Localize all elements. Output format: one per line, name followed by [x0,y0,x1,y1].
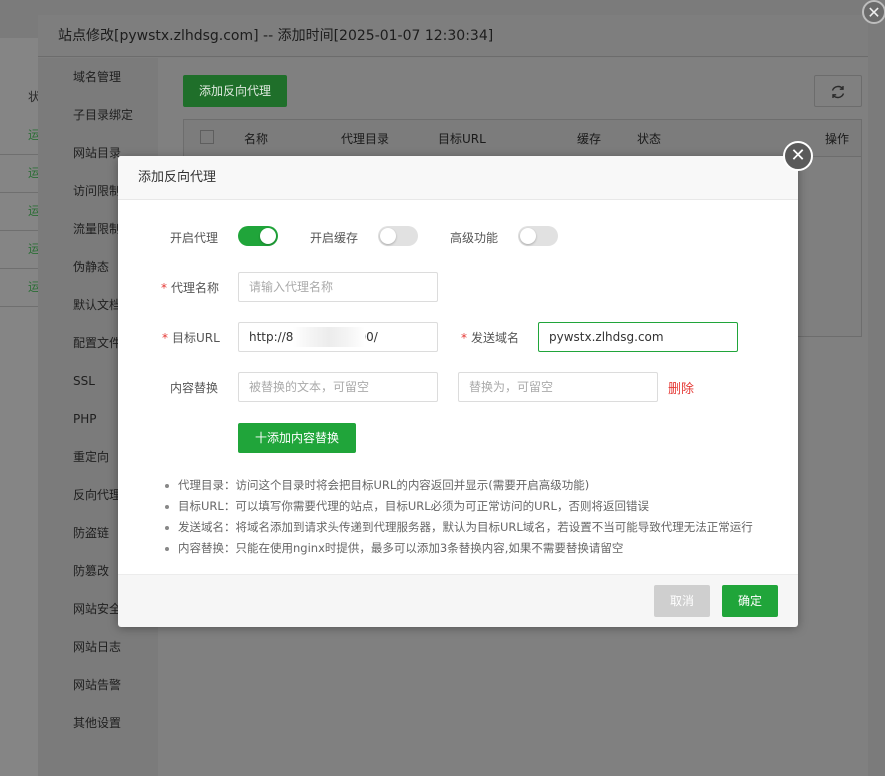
delete-replace-link[interactable]: 删除 [668,378,694,397]
toggle-knob [260,228,276,244]
toggle-knob [520,228,536,244]
proxy-name-label: * 代理名称 [161,279,219,296]
tip-item: 目标URL：可以填写你需要代理的站点，目标URL必须为可正常访问的URL，否则将… [165,496,753,517]
site-edit-title: 站点修改[pywstx.zlhdsg.com] -- 添加时间[2025-01-… [38,15,868,57]
required-mark: * [162,331,168,345]
replace-from-input[interactable] [238,372,438,402]
sidebar-item-subdir-binding[interactable]: 子目录绑定 [38,96,158,134]
advanced-feature-toggle[interactable] [518,226,558,246]
modal-title: 添加反向代理 [118,156,798,200]
sidebar-item-domain[interactable]: 域名管理 [38,58,158,96]
column-header-cache: 缓存 [577,132,602,146]
sidebar-item-other-settings[interactable]: 其他设置 [38,704,158,742]
send-domain-label-text: 发送域名 [471,331,520,345]
background-row: 运 [0,154,40,193]
confirm-button[interactable]: 确定 [722,585,778,617]
column-header-target-url: 目标URL [438,132,486,146]
proxy-table-header: 名称 代理目录 目标URL 缓存 状态 操作 [184,120,861,157]
tip-item: 内容替换：只能在使用nginx时提供，最多可以添加3条替换内容,如果不需要替换请… [165,538,753,559]
add-reverse-proxy-button[interactable]: 添加反向代理 [183,75,287,107]
replace-to-input[interactable] [458,372,658,402]
refresh-icon [831,85,845,98]
background-list: 状 运 运 运 运 运 [0,38,40,776]
tip-item: 代理目录：访问这个目录时将会把目标URL的内容返回并显示(需要开启高级功能) [165,475,753,496]
background-row: 运 [0,230,40,269]
target-url-label-text: 目标URL [172,331,220,345]
content-replace-label: 内容替换 [170,381,219,395]
send-domain-input[interactable] [538,322,738,352]
required-mark: * [161,281,167,295]
refresh-button[interactable] [814,75,862,107]
column-header-action: 操作 [825,132,850,146]
proxy-name-input[interactable] [238,272,438,302]
cancel-button[interactable]: 取消 [654,585,710,617]
proxy-name-label-text: 代理名称 [171,281,220,295]
column-header-status: 状态 [637,132,662,146]
enable-cache-toggle[interactable] [378,226,418,246]
enable-proxy-toggle[interactable] [238,226,278,246]
help-tips: 代理目录：访问这个目录时将会把目标URL的内容返回并显示(需要开启高级功能) 目… [165,475,753,559]
background-row: 运 [0,192,40,231]
column-header-proxy-dir: 代理目录 [341,132,390,146]
modal-close-icon[interactable]: ✕ [783,141,813,171]
add-content-replace-button[interactable]: 十添加内容替换 [238,423,356,453]
toggle-knob [380,228,396,244]
sidebar-item-site-log[interactable]: 网站日志 [38,628,158,666]
toggle-label-enable-cache: 开启缓存 [310,231,359,245]
toggle-label-advanced: 高级功能 [450,231,499,245]
select-all-checkbox[interactable] [200,130,214,144]
background-row: 运 [0,268,40,307]
tip-item: 发送域名：将域名添加到请求头传递到代理服务器，默认为目标URL域名，若设置不当可… [165,517,753,538]
site-edit-close-icon[interactable]: ✕ [862,0,885,24]
redacted-mask [293,327,365,347]
sidebar-item-site-alert[interactable]: 网站告警 [38,666,158,704]
background-row: 运 [0,116,40,155]
send-domain-label: * 发送域名 [461,329,519,346]
required-mark: * [461,331,467,345]
toggle-label-enable-proxy: 开启代理 [170,231,219,245]
column-header-name: 名称 [244,132,269,146]
target-url-label: * 目标URL [162,329,220,346]
